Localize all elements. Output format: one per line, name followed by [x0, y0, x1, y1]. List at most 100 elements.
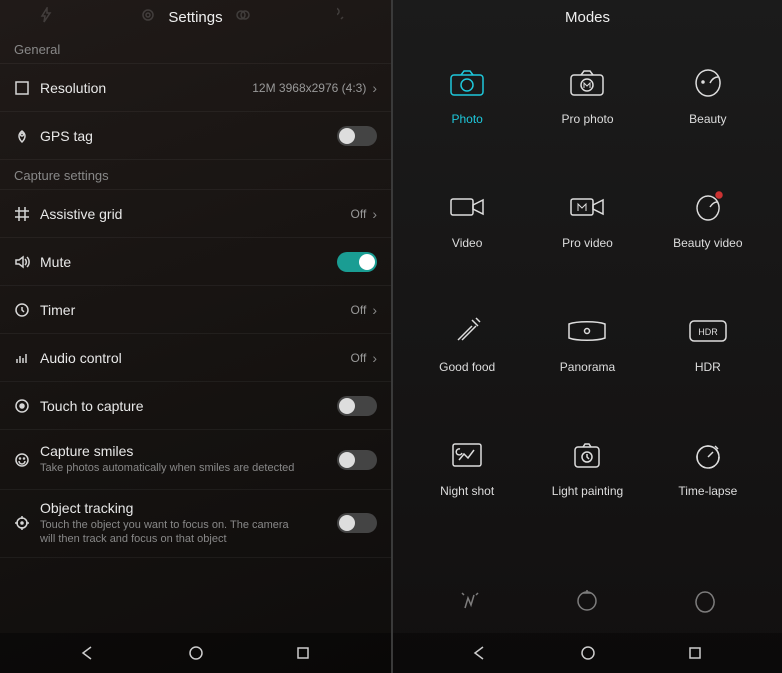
modes-panel: Modes Photo Pro photo Beauty Video Pro v… [391, 0, 782, 673]
android-navbar [393, 633, 782, 673]
chevron-right-icon: › [372, 80, 377, 96]
mode-beauty-label: Beauty [689, 112, 726, 126]
mode-video[interactable]: Video [407, 176, 527, 294]
grid-label: Assistive grid [40, 206, 351, 222]
flash-icon [38, 7, 54, 27]
audio-value: Off [351, 351, 367, 365]
camera-icon [445, 66, 489, 100]
night-icon [445, 438, 489, 472]
gps-row[interactable]: GPS tag [0, 112, 391, 160]
nav-home[interactable] [568, 644, 608, 662]
tool-icon [574, 588, 600, 619]
hdr-icon: HDR [686, 314, 730, 348]
smile-icon [14, 452, 40, 468]
tool-icon [692, 588, 718, 619]
smiles-subtitle: Take photos automatically when smiles ar… [40, 461, 337, 475]
chevron-right-icon: › [372, 302, 377, 318]
timer-row[interactable]: Timer Off › [0, 286, 391, 334]
mode-night-shot[interactable]: Night shot [407, 424, 527, 542]
mode-beauty[interactable]: Beauty [648, 52, 768, 170]
modes-title: Modes [565, 9, 610, 26]
tracking-subtitle: Touch the object you want to focus on. T… [40, 518, 337, 547]
resolution-row[interactable]: Resolution 12M 3968x2976 (4:3) › [0, 64, 391, 112]
mode-night-shot-label: Night shot [440, 484, 494, 498]
bottom-partial-row [393, 573, 782, 633]
settings-header: Settings [0, 0, 391, 34]
light-icon [565, 438, 609, 472]
touch-capture-toggle[interactable] [337, 396, 377, 416]
mode-pro-photo[interactable]: Pro photo [527, 52, 647, 170]
smiles-label: Capture smiles [40, 443, 337, 459]
modes-grid: Photo Pro photo Beauty Video Pro video B… [393, 34, 782, 573]
gps-toggle[interactable] [337, 126, 377, 146]
audio-label: Audio control [40, 350, 351, 366]
food-icon [445, 314, 489, 348]
settings-panel: Settings General Resolution 12M 3968x297… [0, 0, 391, 673]
grid-row[interactable]: Assistive grid Off › [0, 190, 391, 238]
mode-beauty-video[interactable]: Beauty video [648, 176, 768, 294]
stopwatch-icon [686, 438, 730, 472]
video-icon [445, 190, 489, 224]
timer-label: Timer [40, 302, 351, 318]
chevron-right-icon: › [372, 350, 377, 366]
crosshair-icon [14, 515, 40, 531]
bubble-icon [337, 7, 353, 27]
mode-panorama-label: Panorama [560, 360, 615, 374]
timer-value: Off [351, 303, 367, 317]
chevron-right-icon: › [372, 206, 377, 222]
mode-pro-video[interactable]: Pro video [527, 176, 647, 294]
target-icon [14, 398, 40, 414]
tool-icon [457, 588, 483, 619]
camera-m-icon [565, 66, 609, 100]
pin-icon [14, 128, 40, 144]
mode-pro-photo-label: Pro photo [561, 112, 613, 126]
mode-time-lapse[interactable]: Time-lapse [648, 424, 768, 542]
clock-icon [14, 302, 40, 318]
square-icon [14, 80, 40, 96]
tracking-toggle[interactable] [337, 513, 377, 533]
touch-capture-label: Touch to capture [40, 398, 337, 414]
mode-photo-label: Photo [451, 112, 482, 126]
android-navbar [0, 633, 391, 673]
smiles-toggle[interactable] [337, 450, 377, 470]
section-capture: Capture settings [0, 160, 391, 190]
settings-list: General Resolution 12M 3968x2976 (4:3) ›… [0, 34, 391, 633]
section-general: General [0, 34, 391, 64]
tracking-row[interactable]: Object tracking Touch the object you wan… [0, 490, 391, 558]
mode-photo[interactable]: Photo [407, 52, 527, 170]
mode-time-lapse-label: Time-lapse [678, 484, 737, 498]
filter-icon [140, 7, 156, 27]
mode-light-painting[interactable]: Light painting [527, 424, 647, 542]
nav-back[interactable] [68, 644, 108, 662]
resolution-label: Resolution [40, 80, 252, 96]
audio-row[interactable]: Audio control Off › [0, 334, 391, 382]
settings-title: Settings [168, 9, 222, 26]
mode-video-label: Video [452, 236, 482, 250]
mode-pro-video-label: Pro video [562, 236, 613, 250]
mode-good-food[interactable]: Good food [407, 300, 527, 418]
tracking-label: Object tracking [40, 500, 337, 516]
smiles-row[interactable]: Capture smiles Take photos automatically… [0, 430, 391, 490]
nav-recent[interactable] [675, 645, 715, 661]
mode-hdr[interactable]: HDR HDR [648, 300, 768, 418]
mode-panorama[interactable]: Panorama [527, 300, 647, 418]
nav-back[interactable] [460, 644, 500, 662]
mode-hdr-label: HDR [695, 360, 721, 374]
modes-header: Modes [393, 0, 782, 34]
panorama-icon [565, 314, 609, 348]
nav-home[interactable] [176, 644, 216, 662]
nav-recent[interactable] [283, 645, 323, 661]
mode-beauty-video-label: Beauty video [673, 236, 742, 250]
mode-light-painting-label: Light painting [552, 484, 623, 498]
mute-row[interactable]: Mute [0, 238, 391, 286]
mute-label: Mute [40, 254, 337, 270]
resolution-value: 12M 3968x2976 (4:3) [252, 81, 366, 95]
grid-icon [14, 206, 40, 222]
grid-value: Off [351, 207, 367, 221]
face-icon [686, 66, 730, 100]
video-m-icon [565, 190, 609, 224]
gps-label: GPS tag [40, 128, 337, 144]
mute-toggle[interactable] [337, 252, 377, 272]
touch-capture-row[interactable]: Touch to capture [0, 382, 391, 430]
face-rec-icon [686, 190, 730, 224]
